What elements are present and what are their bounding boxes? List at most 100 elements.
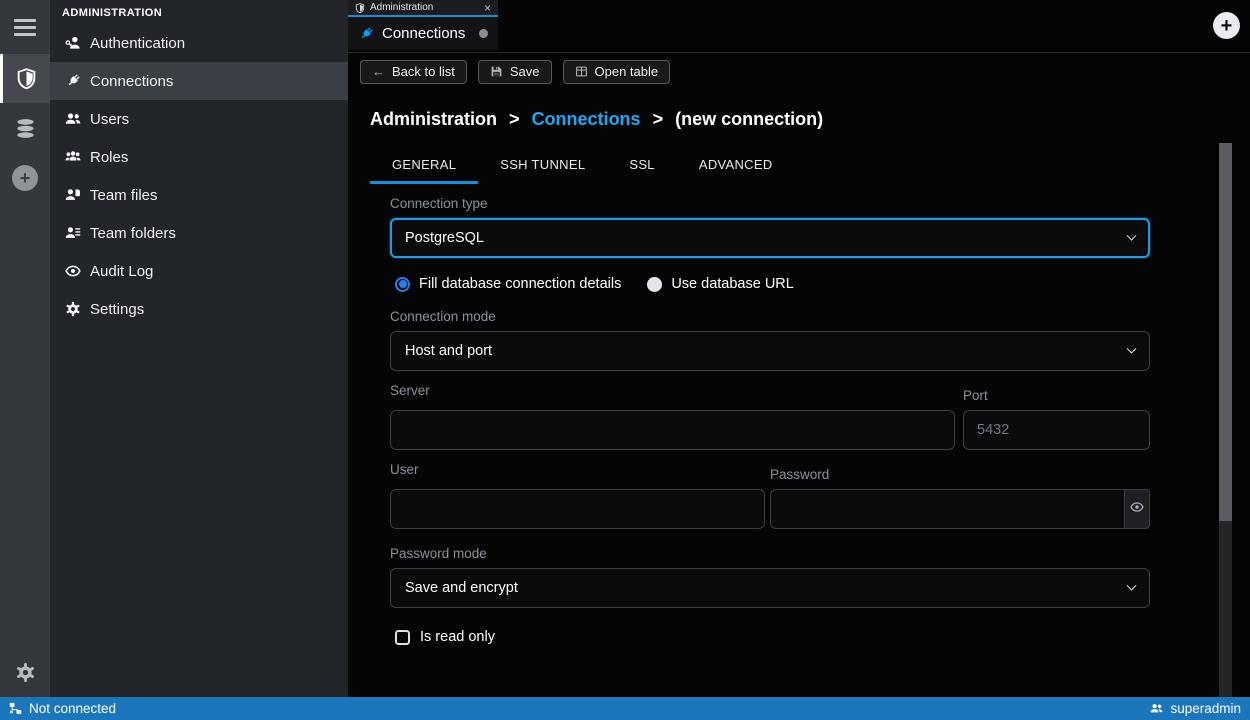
sidebar-item-connections[interactable]: Connections [50,62,348,100]
password-group [770,489,1150,529]
save-button[interactable]: Save [478,60,552,84]
server-input[interactable] [390,410,955,450]
shield-icon [355,3,365,13]
scrollbar-thumb[interactable] [1219,143,1232,521]
breadcrumb-connections[interactable]: Connections [532,109,641,129]
add-tab-button[interactable]: + [1213,12,1240,39]
sidebar-item-audit-log[interactable]: Audit Log [50,252,348,290]
password-input[interactable] [770,489,1125,529]
sidebar-item-label: Settings [90,301,144,318]
connection-status: Not connected [9,701,116,716]
sidebar-item-label: Users [90,111,129,128]
icon-rail: + [0,0,50,697]
tab-advanced[interactable]: ADVANCED [677,147,795,184]
user-input[interactable] [390,489,765,529]
radio-label: Fill database connection details [419,276,621,292]
person-key-icon [64,35,82,51]
tab-strip: Administration × Connections + [348,0,1250,52]
tab-connections[interactable]: Connections [348,17,498,50]
read-only-row: Is read only [395,629,1150,645]
modified-dot-icon [479,29,488,38]
radio-use-database-url[interactable]: Use database URL [647,276,794,292]
breadcrumb: Administration > Connections > (new conn… [370,109,1250,130]
password-mode-label: Password mode [390,546,1150,561]
arrow-left-icon: ← [372,65,385,78]
gear-icon [64,301,82,317]
read-only-label: Is read only [420,629,495,645]
back-to-list-button[interactable]: ← Back to list [360,60,467,84]
breadcrumb-separator: > [509,109,520,129]
tab-label: Connections [382,25,465,42]
form-tabs: GENERAL SSH TUNNEL SSL ADVANCED [370,147,1250,184]
rail-item-settings[interactable] [0,647,50,697]
show-password-button[interactable] [1125,489,1150,529]
current-user: superadmin [1150,701,1241,716]
tab-general[interactable]: GENERAL [370,147,478,184]
button-label: Open table [595,64,659,79]
button-label: Back to list [392,64,455,79]
port-input[interactable] [963,410,1150,450]
connection-type-select[interactable]: PostgreSQL [390,218,1150,258]
close-icon[interactable]: × [484,2,491,14]
users-icon [1150,702,1163,715]
chevron-down-icon [1127,580,1137,590]
sidebar-header: ADMINISTRATION [50,0,348,24]
sidebar-item-team-files[interactable]: Team files [50,176,348,214]
rail-item-databases[interactable] [0,103,50,153]
sidebar-item-authentication[interactable]: Authentication [50,24,348,62]
breadcrumb-new-connection: (new connection) [675,109,823,129]
read-only-checkbox[interactable] [395,630,410,645]
person-file-icon [64,187,82,203]
network-off-icon [9,702,22,715]
sidebar-item-label: Connections [90,73,173,90]
toolbar: ← Back to list Save Open table [348,52,1250,90]
password-label: Password [770,467,1150,482]
database-icon [15,118,36,139]
plug-icon [358,26,374,42]
chevron-down-icon [1127,343,1137,353]
radio-unchecked-icon [647,277,662,292]
username-text: superadmin [1170,701,1241,716]
chevron-down-icon [1127,230,1137,240]
scrollbar-track[interactable] [1219,143,1232,697]
main-panel: Administration × Connections + ← Back to… [348,0,1250,697]
sidebar-item-roles[interactable]: Roles [50,138,348,176]
tab-ssl[interactable]: SSL [607,147,676,184]
status-text: Not connected [29,701,116,716]
rail-item-administration[interactable] [0,54,50,103]
tab-administration[interactable]: Administration × [348,0,498,17]
connection-type-label: Connection type [390,196,1150,211]
button-label: Save [510,64,540,79]
gear-icon [15,662,36,683]
connection-mode-select[interactable]: Host and port [390,331,1150,371]
rail-item-add-connection[interactable]: + [0,153,50,203]
sidebar-item-settings[interactable]: Settings [50,290,348,328]
sidebar-item-label: Team files [90,187,158,204]
sidebar-item-label: Team folders [90,225,176,242]
shield-icon [16,68,37,89]
plus-circle-icon: + [12,165,38,191]
radio-fill-connection-details[interactable]: Fill database connection details [395,276,621,292]
open-table-button[interactable]: Open table [563,60,671,84]
port-label: Port [963,388,1150,403]
select-value: Save and encrypt [405,580,518,596]
select-value: PostgreSQL [405,230,484,246]
hamburger-icon [14,19,36,36]
plug-icon [64,73,82,89]
sidebar-item-label: Authentication [90,35,185,52]
menu-button[interactable] [0,0,50,54]
eye-icon [1130,500,1144,519]
eye-icon [64,263,82,279]
server-label: Server [390,383,955,403]
floppy-icon [490,65,503,78]
sidebar-item-users[interactable]: Users [50,100,348,138]
sidebar-item-team-folders[interactable]: Team folders [50,214,348,252]
tab-ssh-tunnel[interactable]: SSH TUNNEL [478,147,607,184]
connection-form: Connection type PostgreSQL Fill database… [390,196,1150,645]
sidebar-item-label: Roles [90,149,128,166]
sidebar-item-label: Audit Log [90,263,153,280]
password-mode-select[interactable]: Save and encrypt [390,568,1150,608]
tab-label: Administration [370,2,479,13]
connection-mode-label: Connection mode [390,309,1150,324]
app-window: + ADMINISTRATION Authentication Connecti… [0,0,1250,697]
